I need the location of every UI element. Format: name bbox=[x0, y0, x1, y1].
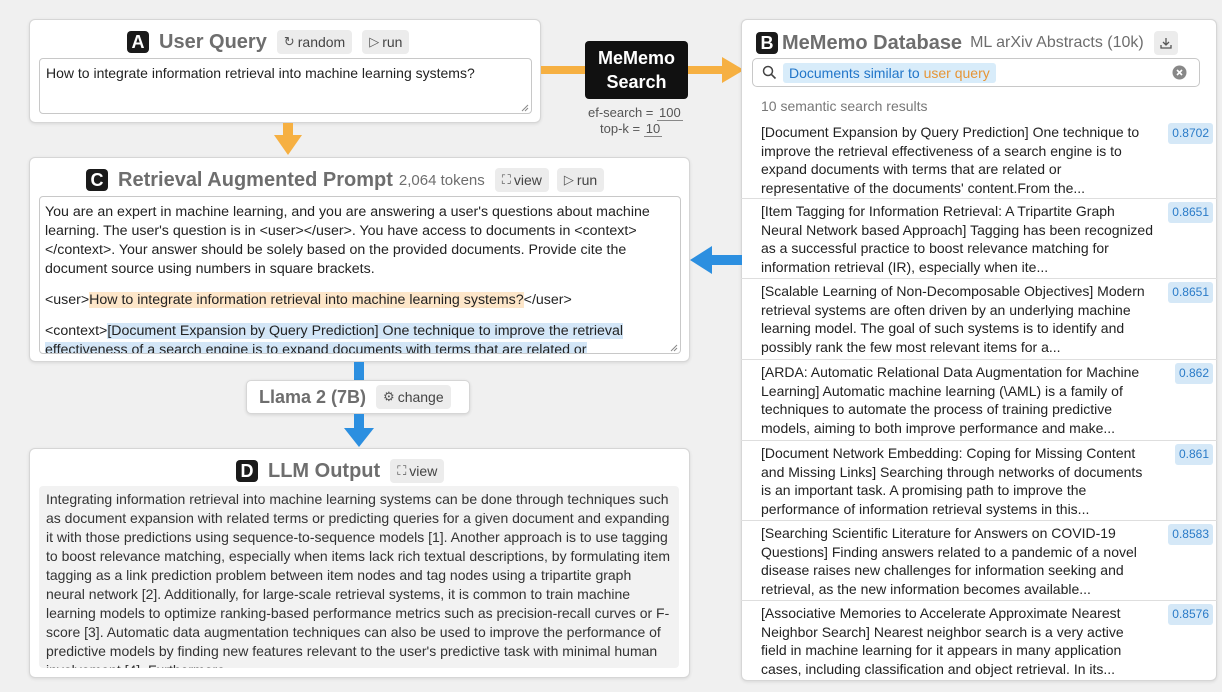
run-prompt-button[interactable]: ▷ run bbox=[556, 168, 605, 192]
prompt-token-count: 2,064 tokens bbox=[398, 171, 485, 189]
prompt-title: Retrieval Augmented Prompt bbox=[118, 168, 393, 191]
search-result-text: [Document Network Embedding: Coping for … bbox=[761, 445, 1143, 517]
prompt-user-close-tag: </user> bbox=[523, 292, 572, 308]
run-query-label: run bbox=[382, 34, 403, 50]
view-output-label: view bbox=[409, 463, 438, 479]
search-result-text: [Document Expansion by Query Prediction]… bbox=[761, 124, 1140, 196]
search-result-item[interactable]: [Searching Scientific Literature for Ans… bbox=[741, 520, 1217, 600]
user-query-input[interactable]: How to integrate information retrieval i… bbox=[39, 58, 532, 114]
refresh-icon: ↻ bbox=[283, 34, 295, 49]
arrow-query-to-search bbox=[541, 66, 587, 74]
user-query-header: A User Query ↻ random ▷ run bbox=[127, 30, 410, 54]
expand-icon: ⛶ bbox=[397, 463, 407, 478]
search-result-text: [Scalable Learning of Non-Decomposable O… bbox=[761, 283, 1145, 355]
search-result-item[interactable]: [Document Network Embedding: Coping for … bbox=[741, 440, 1217, 520]
similarity-score: 0.862 bbox=[1174, 363, 1213, 384]
prompt-context-highlight: [Document Expansion by Query Prediction]… bbox=[45, 323, 624, 353]
prompt-user-open-tag: <user> bbox=[45, 292, 90, 308]
results-count: 10 semantic search results bbox=[761, 98, 928, 114]
search-result-text: [Searching Scientific Literature for Ans… bbox=[761, 525, 1137, 597]
output-title: LLM Output bbox=[268, 459, 381, 482]
top-k-label: top-k = bbox=[600, 121, 641, 136]
arrow-model-to-output bbox=[344, 414, 374, 447]
search-label-line1: MeMemo bbox=[597, 48, 675, 68]
search-label-line2: Search bbox=[606, 72, 667, 92]
prompt-context-line: <context>[Document Expansion by Query Pr… bbox=[45, 322, 676, 353]
ef-search-label: ef-search = bbox=[588, 105, 654, 120]
prompt-user-query-highlight: How to integrate information retrieval i… bbox=[89, 292, 524, 308]
arrow-database-to-prompt bbox=[690, 246, 742, 274]
similarity-score: 0.861 bbox=[1174, 444, 1213, 465]
database-title: MeMemo Database bbox=[782, 31, 963, 54]
prompt-header: C Retrieval Augmented Prompt 2,064 token… bbox=[86, 168, 605, 192]
output-header: D LLM Output ⛶ view bbox=[236, 459, 445, 483]
user-query-title: User Query bbox=[159, 30, 267, 53]
search-query-chip[interactable]: Documents similar to user query bbox=[783, 62, 996, 83]
run-prompt-label: run bbox=[576, 172, 598, 188]
ef-search-param: ef-search = 100 bbox=[588, 105, 683, 121]
top-k-param: top-k = 10 bbox=[600, 121, 663, 137]
search-chip-user-query: user query bbox=[923, 64, 990, 81]
search-result-text: [ARDA: Automatic Relational Data Augment… bbox=[761, 364, 1140, 436]
search-result-item[interactable]: [Scalable Learning of Non-Decomposable O… bbox=[741, 278, 1217, 359]
run-query-button[interactable]: ▷ run bbox=[362, 30, 410, 54]
search-result-item[interactable]: [Associative Memories to Accelerate Appr… bbox=[741, 600, 1217, 680]
random-button[interactable]: ↻ random bbox=[276, 30, 353, 54]
user-query-text: How to integrate information retrieval i… bbox=[46, 65, 475, 81]
similarity-score: 0.8576 bbox=[1168, 604, 1213, 625]
database-header: B MeMemo Database ML arXiv Abstracts (10… bbox=[756, 31, 1178, 55]
panel-badge-c: C bbox=[86, 169, 108, 191]
change-model-label: change bbox=[397, 389, 444, 405]
panel-badge-d: D bbox=[236, 460, 258, 482]
search-result-item[interactable]: [Document Expansion by Query Prediction]… bbox=[741, 120, 1217, 198]
similarity-score: 0.8651 bbox=[1168, 202, 1213, 223]
search-result-text: [Item Tagging for Information Retrieval:… bbox=[761, 203, 1153, 275]
prompt-context-open-tag: <context> bbox=[45, 323, 108, 339]
random-button-label: random bbox=[297, 34, 346, 50]
prompt-textarea[interactable]: You are an expert in machine learning, a… bbox=[39, 196, 681, 354]
search-result-text: [Associative Memories to Accelerate Appr… bbox=[761, 605, 1124, 677]
panel-badge-b: B bbox=[756, 32, 778, 54]
download-button[interactable] bbox=[1153, 31, 1178, 55]
panel-badge-a: A bbox=[127, 31, 149, 53]
resize-grip-icon[interactable] bbox=[668, 342, 678, 352]
play-icon: ▷ bbox=[369, 34, 380, 49]
play-icon: ▷ bbox=[563, 172, 574, 187]
similarity-score: 0.8583 bbox=[1168, 524, 1213, 545]
model-selector: Llama 2 (7B) ⚙ change bbox=[246, 380, 470, 414]
change-model-button[interactable]: ⚙ change bbox=[376, 385, 451, 409]
search-icon bbox=[762, 65, 777, 80]
arrow-search-to-database bbox=[688, 57, 744, 83]
view-output-button[interactable]: ⛶ view bbox=[390, 459, 445, 483]
prompt-panel: C Retrieval Augmented Prompt 2,064 token… bbox=[29, 157, 690, 362]
search-chip-prefix: Documents similar to bbox=[789, 64, 924, 81]
view-prompt-label: view bbox=[513, 172, 542, 188]
similarity-score: 0.8702 bbox=[1168, 123, 1213, 144]
download-icon bbox=[1160, 38, 1172, 49]
user-query-panel: A User Query ↻ random ▷ run How to integ… bbox=[29, 19, 541, 123]
resize-grip-icon[interactable] bbox=[519, 102, 529, 112]
arrow-prompt-to-model bbox=[354, 362, 364, 380]
database-subtitle: ML arXiv Abstracts (10k) bbox=[970, 34, 1144, 51]
arrow-query-to-prompt bbox=[274, 123, 302, 155]
similarity-score: 0.8651 bbox=[1168, 282, 1213, 303]
prompt-instruction: You are an expert in machine learning, a… bbox=[45, 204, 650, 277]
prompt-user-line: <user>How to integrate information retri… bbox=[45, 291, 676, 310]
llm-output-text: Integrating information retrieval into m… bbox=[39, 486, 679, 668]
top-k-value[interactable]: 10 bbox=[643, 121, 663, 137]
ef-search-value[interactable]: 100 bbox=[657, 105, 683, 121]
view-prompt-button[interactable]: ⛶ view bbox=[494, 168, 549, 192]
search-result-item[interactable]: [ARDA: Automatic Relational Data Augment… bbox=[741, 359, 1217, 440]
clear-search-icon[interactable] bbox=[1172, 65, 1187, 80]
mememo-search-label: MeMemo Search bbox=[585, 41, 688, 99]
gear-icon: ⚙ bbox=[383, 389, 395, 404]
expand-icon: ⛶ bbox=[501, 172, 511, 187]
search-result-item[interactable]: [Item Tagging for Information Retrieval:… bbox=[741, 198, 1217, 278]
database-search-input[interactable]: Documents similar to user query bbox=[752, 58, 1200, 87]
model-name: Llama 2 (7B) bbox=[259, 386, 367, 407]
